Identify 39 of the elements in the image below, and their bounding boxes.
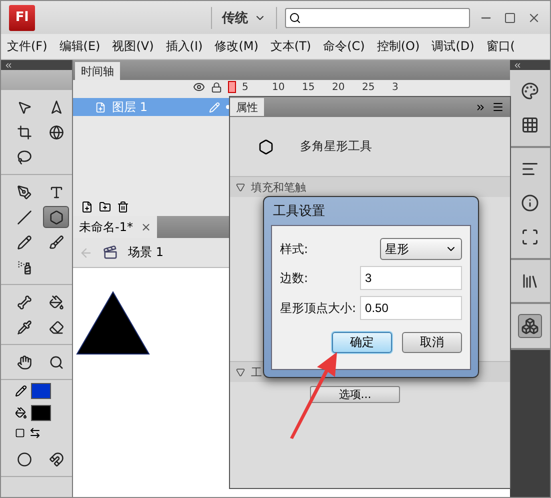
menu-item[interactable]: 修改(M) <box>214 38 258 55</box>
layer-name: 图层 1 <box>112 98 148 116</box>
document-tab[interactable]: 未命名-1* × <box>73 216 158 238</box>
timeline-tab[interactable]: 时间轴 <box>75 62 120 80</box>
input-field[interactable]: 0.50 <box>360 296 462 320</box>
style-dropdown[interactable]: 星形 <box>380 238 462 260</box>
input-field[interactable]: 3 <box>360 266 462 290</box>
menu-item[interactable]: 文件(F) <box>7 38 48 55</box>
menu-item[interactable]: 窗口( <box>486 38 515 55</box>
properties-tab[interactable]: 属性 <box>230 98 264 116</box>
section-header[interactable]: 填充和笔触 <box>230 177 510 197</box>
close-tab-button[interactable]: × <box>140 220 152 234</box>
menu-item[interactable]: 视图(V) <box>112 38 154 55</box>
menu-item[interactable]: 命令(C) <box>323 38 365 55</box>
section-title: 工 <box>251 364 262 380</box>
workspace-switcher[interactable]: 传统 <box>211 6 277 28</box>
field-label: 星形顶点大小: <box>280 300 356 316</box>
dialog-title: 工具设置 <box>272 203 326 221</box>
frame-number: 15 <box>302 82 316 92</box>
frame-number: 3 <box>392 82 400 92</box>
menu-item[interactable]: 控制(O) <box>376 38 420 55</box>
menu-item[interactable]: 插入(I) <box>166 38 203 55</box>
section-title: 填充和笔触 <box>251 180 306 194</box>
document-title: 未命名-1* <box>79 218 133 236</box>
menu-item[interactable]: 调试(D) <box>432 38 474 55</box>
menu-item[interactable]: 编辑(E) <box>59 38 100 55</box>
ok-button[interactable]: 确定 <box>332 332 392 353</box>
field-label: 边数: <box>280 270 310 286</box>
cancel-button[interactable]: 取消 <box>402 332 462 353</box>
frame-number: 25 <box>362 82 376 92</box>
frame-number: 20 <box>332 82 346 92</box>
frame-number: 5 <box>242 82 250 92</box>
frame-number: 10 <box>272 82 286 92</box>
menu-item[interactable]: 文本(T) <box>270 38 312 55</box>
field-label: 样式: <box>280 240 310 258</box>
scene-label: 场景 1 <box>128 244 164 261</box>
app-logo: Fl <box>9 4 35 30</box>
options-button[interactable]: 选项... <box>310 386 400 403</box>
tool-name: 多角星形工具 <box>300 138 372 155</box>
